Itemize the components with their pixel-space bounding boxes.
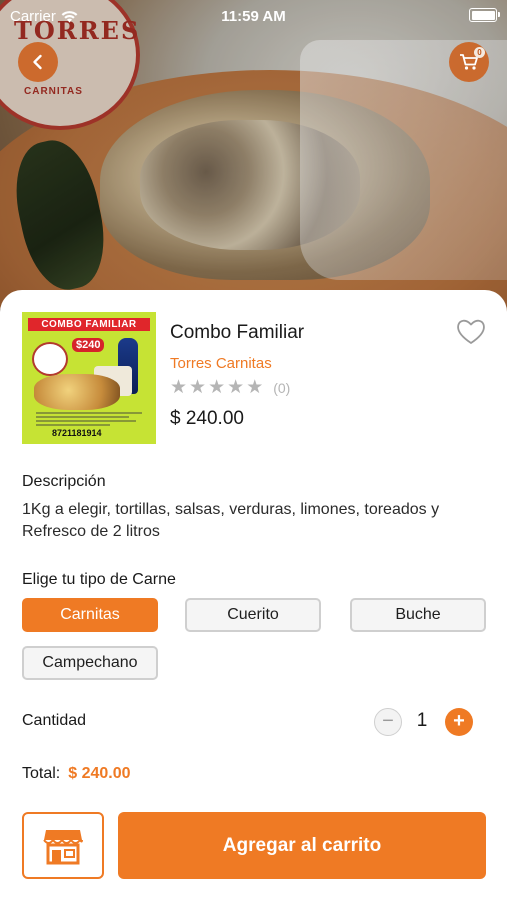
total-value: $ 240.00	[68, 765, 131, 782]
product-detail-sheet: COMBO FAMILIAR $240 8721181914 Combo Fam…	[0, 290, 507, 900]
store-button[interactable]	[22, 812, 104, 879]
heart-outline-icon	[457, 319, 485, 344]
thumbnail-fine-print	[36, 412, 142, 428]
quantity-decrease-button[interactable]: −	[374, 708, 402, 736]
favorite-button[interactable]	[455, 316, 487, 346]
star-icon: ★	[227, 377, 245, 398]
star-icon: ★	[208, 377, 226, 398]
description-text: 1Kg a elegir, tortillas, salsas, verdura…	[22, 501, 440, 540]
carrier-label: Carrier	[10, 7, 56, 25]
total-label: Total:	[22, 765, 61, 782]
meat-option-buche[interactable]: Buche	[350, 598, 486, 632]
rating-count: (0)	[273, 379, 291, 396]
hero-shade	[0, 0, 507, 320]
battery-icon	[469, 8, 500, 22]
storefront-icon	[43, 829, 83, 864]
carrier-group: Carrier	[10, 8, 78, 25]
thumbnail-logo	[32, 342, 68, 376]
description-title: Descripción	[22, 473, 106, 490]
product-name: Combo Familiar	[170, 322, 305, 343]
store-name-link[interactable]: Torres Carnitas	[170, 355, 272, 372]
cart-button[interactable]: 0	[449, 42, 489, 82]
meat-option-cuerito[interactable]: Cuerito	[185, 598, 321, 632]
status-bar: Carrier 11:59 AM	[0, 0, 507, 32]
thumbnail-food	[34, 374, 120, 410]
total-row: Total: $ 240.00	[22, 765, 131, 783]
star-icon: ★	[246, 377, 264, 398]
star-icon: ★	[189, 377, 207, 398]
quantity-increase-button[interactable]: +	[445, 708, 473, 736]
thumbnail-phone: 8721181914	[52, 428, 102, 438]
chevron-left-icon	[33, 54, 42, 70]
meat-option-carnitas[interactable]: Carnitas	[22, 598, 158, 632]
thumbnail-price-badge: $240	[72, 338, 105, 352]
rating-stars: ★ ★ ★ ★ ★ (0)	[170, 378, 290, 397]
battery-level	[471, 10, 495, 20]
product-hero-image: TORRES CARNITAS	[0, 0, 507, 320]
add-to-cart-button[interactable]: Agregar al carrito	[118, 812, 486, 879]
quantity-value: 1	[416, 710, 428, 731]
quantity-label: Cantidad	[22, 712, 87, 729]
back-button[interactable]	[18, 42, 58, 82]
meat-option-campechano[interactable]: Campechano	[22, 646, 158, 680]
cart-badge: 0	[474, 47, 485, 58]
product-price: $ 240.00	[170, 408, 244, 429]
product-thumbnail: COMBO FAMILIAR $240 8721181914	[22, 312, 156, 444]
wifi-icon	[61, 10, 78, 22]
star-icon: ★	[170, 377, 188, 398]
thumbnail-title: COMBO FAMILIAR	[28, 318, 150, 331]
meat-type-title: Elige tu tipo de Carne	[22, 571, 176, 588]
